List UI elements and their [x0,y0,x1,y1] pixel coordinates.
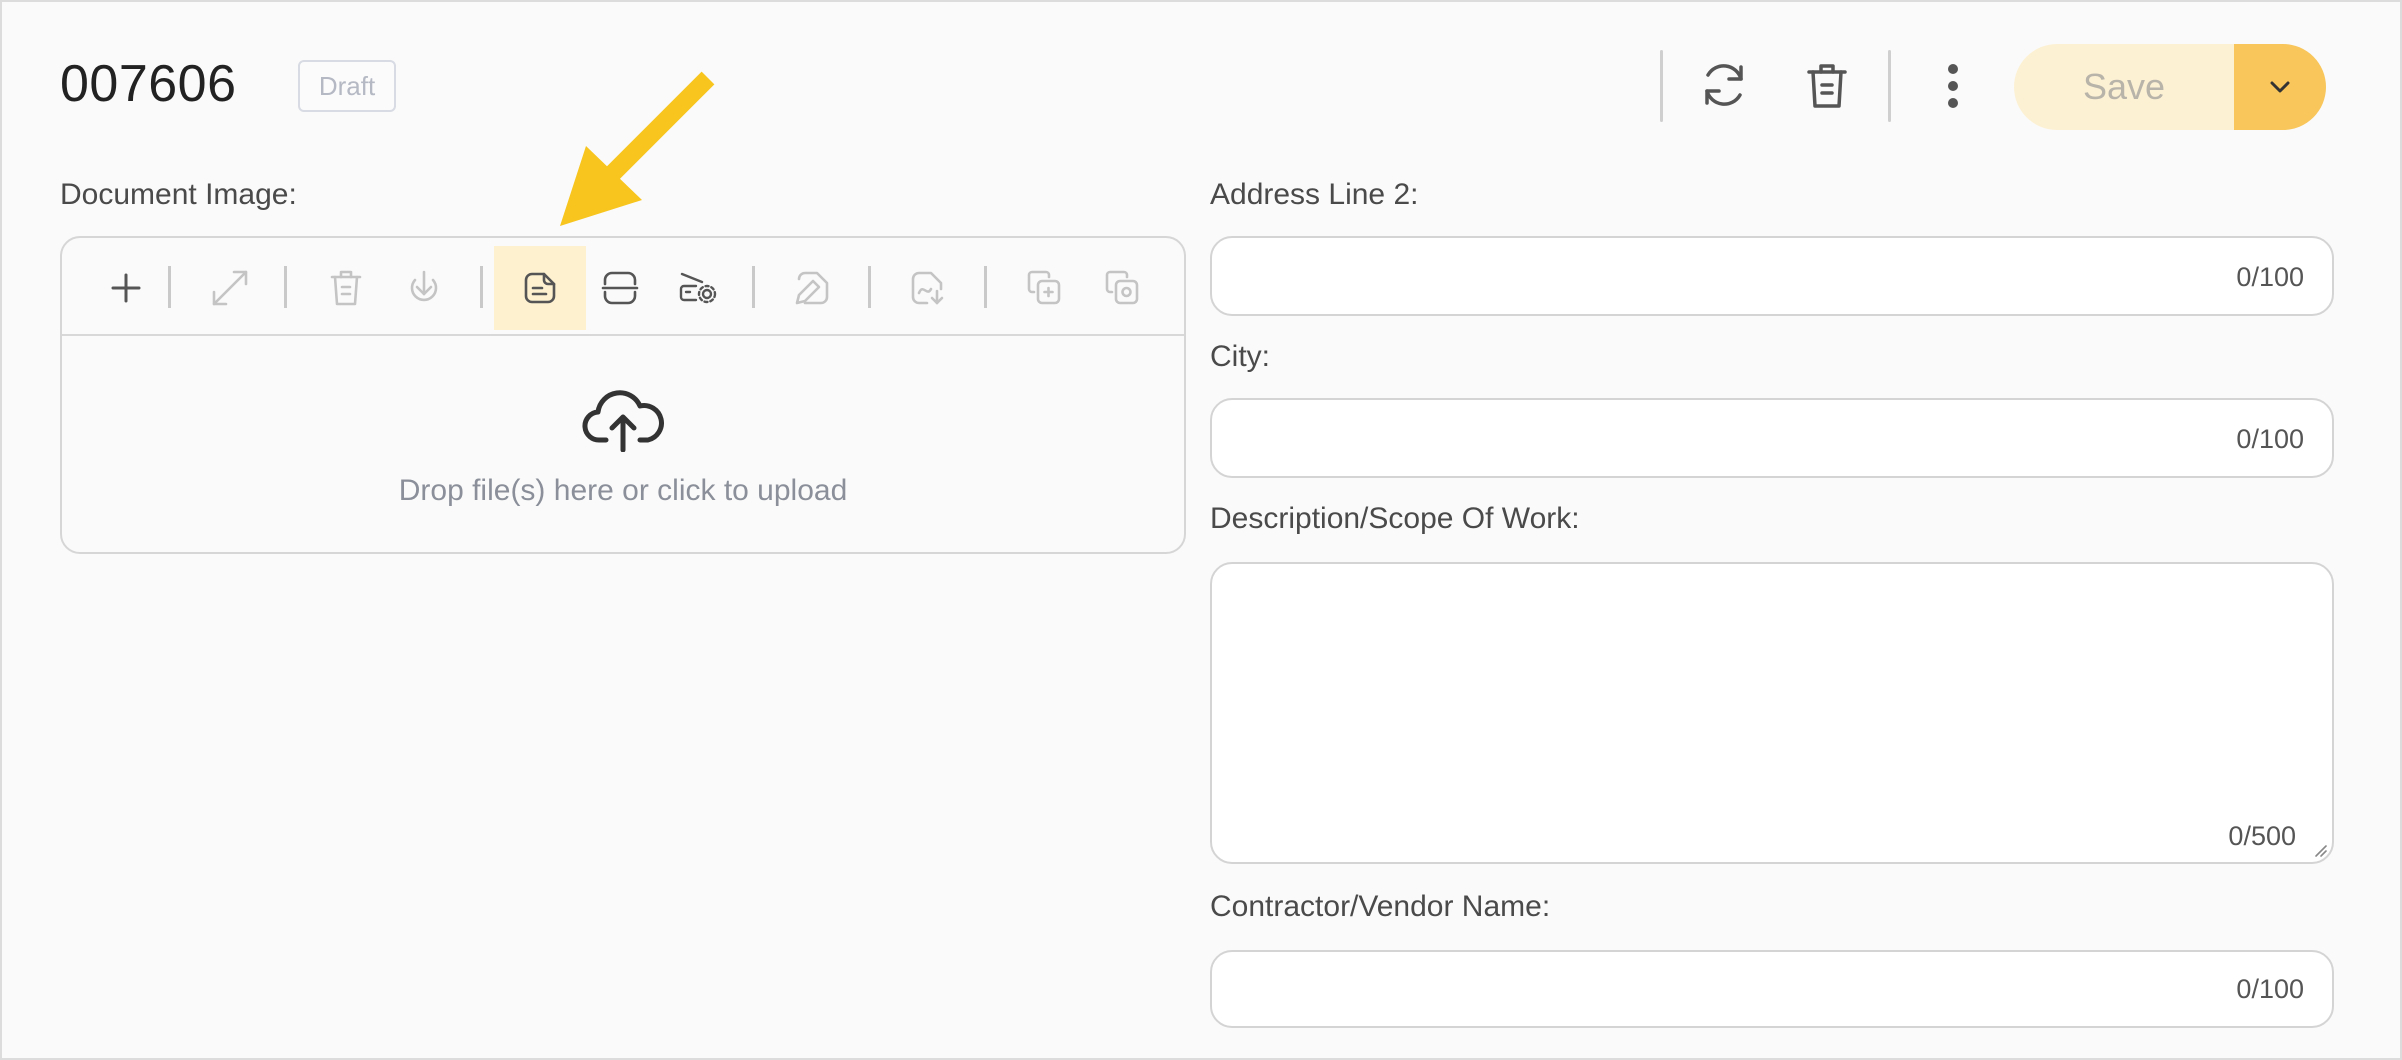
split-icon [601,271,639,305]
sign-button[interactable] [766,246,858,330]
cloud-upload-icon [582,390,664,452]
contractor-label: Contractor/Vendor Name: [1210,890,1551,923]
more-options-button[interactable] [1936,58,1970,114]
address-line-2-counter: 0/100 [2236,262,2304,292]
contractor-input[interactable]: 0/100 [1210,950,2334,1028]
uploader-toolbar [62,238,1184,336]
city-label: City: [1210,340,1270,373]
file-dropzone[interactable]: Drop file(s) here or click to upload [62,338,1184,552]
trash-icon [1807,64,1847,108]
expand-button[interactable] [184,246,276,330]
document-uploader: Drop file(s) here or click to upload [60,236,1186,554]
description-label: Description/Scope Of Work: [1210,502,1580,535]
add-file-button[interactable] [80,246,172,330]
refresh-icon [1705,64,1743,106]
toolbar-divider [752,266,755,308]
duplicate-settings-button[interactable] [1076,246,1168,330]
dropzone-text: Drop file(s) here or click to upload [398,474,848,507]
annotation-arrow-icon [560,71,715,226]
more-vertical-icon [1948,64,1958,108]
download-icon [410,270,438,302]
header-divider [1888,50,1891,122]
toolbar-divider [168,266,171,308]
save-options-dropdown[interactable] [2234,44,2326,130]
export-pdf-icon [911,271,944,305]
add-note-button[interactable] [494,246,586,330]
delete-button[interactable] [1800,54,1854,118]
note-icon [524,272,556,304]
resize-handle-icon[interactable] [2312,842,2328,858]
description-textarea[interactable]: 0/500 [1210,562,2334,864]
scan-settings-button[interactable] [652,246,744,330]
toolbar-divider [480,266,483,308]
save-button[interactable]: Save [2014,44,2234,130]
description-counter: 0/500 [2228,821,2296,851]
sign-icon [795,271,829,305]
export-pdf-button[interactable] [882,246,974,330]
refresh-button[interactable] [1694,52,1754,118]
add-icon [111,273,141,303]
record-id: 007606 [60,55,237,113]
copy-add-icon [1027,270,1061,305]
toolbar-divider [984,266,987,308]
city-input[interactable]: 0/100 [1210,398,2334,478]
address-line-2-input[interactable]: 0/100 [1210,236,2334,316]
toolbar-divider [284,266,287,308]
scan-settings-icon [679,272,717,304]
chevron-down-icon [2270,81,2290,93]
toolbar-divider [868,266,871,308]
copy-settings-icon [1105,270,1139,305]
expand-icon [212,270,248,306]
app-window: 007606 Draft Save Document Image: Drop f… [0,0,2402,1060]
address-line-2-label: Address Line 2: [1210,178,1419,211]
download-button[interactable] [378,246,470,330]
city-counter: 0/100 [2236,424,2304,454]
status-badge: Draft [298,60,396,112]
contractor-counter: 0/100 [2236,974,2304,1004]
delete-icon [330,270,362,306]
header-divider [1660,50,1663,122]
document-image-label: Document Image: [60,178,297,211]
